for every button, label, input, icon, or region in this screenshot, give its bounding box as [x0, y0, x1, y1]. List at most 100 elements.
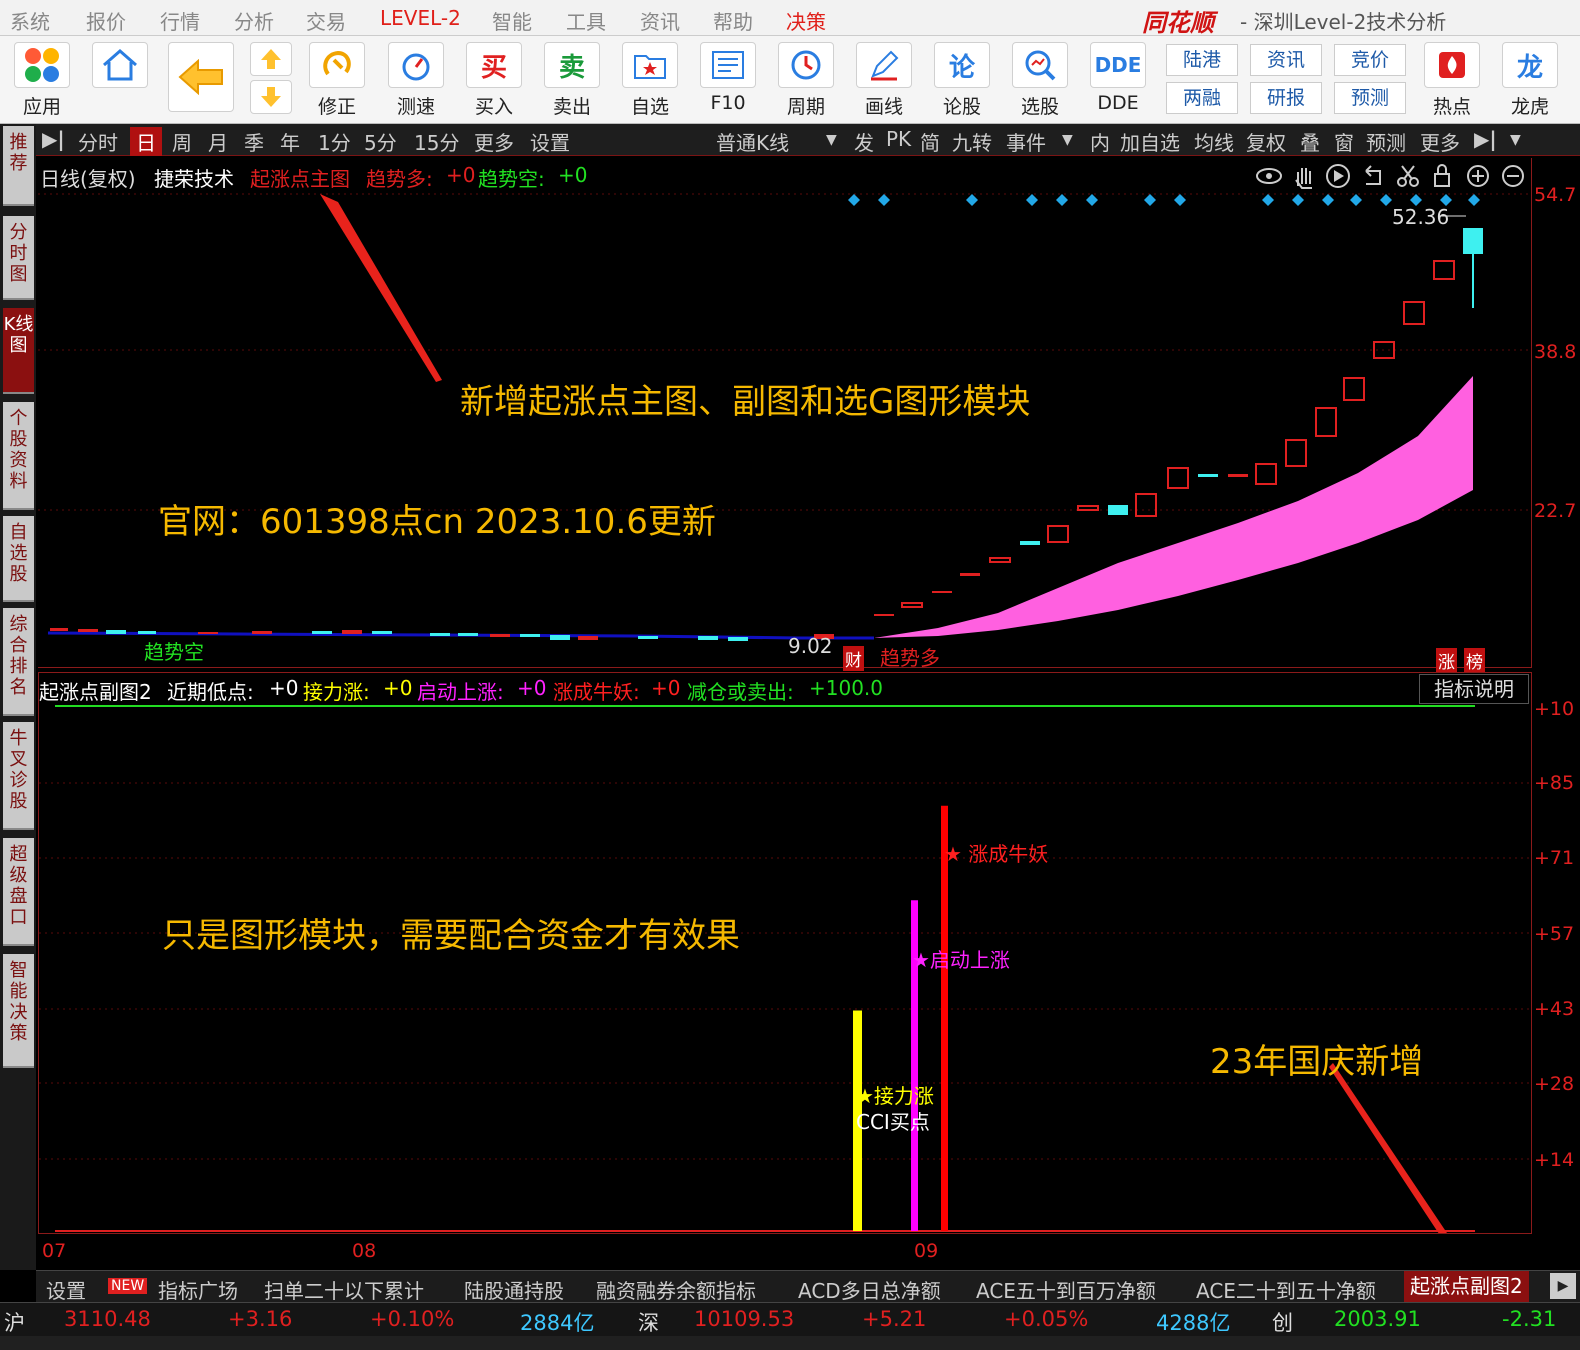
scroll-right-icon[interactable]: ▶	[1550, 1273, 1576, 1299]
menu-smart[interactable]: 智能	[492, 6, 532, 35]
tab-1min[interactable]: 1分	[318, 127, 351, 156]
quick-research[interactable]: 研报	[1250, 82, 1322, 114]
rtab-more[interactable]: 更多	[1420, 127, 1460, 156]
menu-analysis[interactable]: 分析	[234, 6, 274, 35]
rtab-forecast[interactable]: 预测	[1366, 127, 1406, 156]
menu-level2[interactable]: LEVEL-2	[380, 6, 461, 30]
quick-news[interactable]: 资讯	[1250, 44, 1322, 76]
rtab-inner[interactable]: 内	[1090, 127, 1110, 156]
buy-button[interactable]: 买 买入	[462, 42, 526, 120]
dragon-button[interactable]: 龙 龙虎	[1498, 42, 1562, 120]
dde-button[interactable]: DDE DDE	[1086, 42, 1150, 120]
nav-recommend[interactable]: 推荐	[3, 126, 34, 206]
quick-forecast[interactable]: 预测	[1334, 82, 1406, 114]
tab-season[interactable]: 季	[244, 127, 264, 156]
hand-icon[interactable]	[1295, 168, 1312, 189]
rtab-fa[interactable]: 发	[854, 127, 874, 156]
quick-margin[interactable]: 两融	[1166, 82, 1238, 114]
btab-scan[interactable]: 扫单二十以下累计	[264, 1275, 424, 1304]
menu-system[interactable]: 系统	[10, 6, 50, 35]
speed-button[interactable]: 测速	[384, 42, 448, 120]
rtab-adjust[interactable]: 复权	[1246, 127, 1286, 156]
relay-label: ★接力涨	[856, 1084, 934, 1108]
back-button[interactable]	[166, 42, 236, 120]
menu-quote[interactable]: 报价	[86, 6, 126, 35]
menu-news[interactable]: 资讯	[640, 6, 680, 35]
signal-bar-3	[941, 805, 948, 1231]
pick-button[interactable]: 选股	[1008, 42, 1072, 120]
f10-button[interactable]: F10	[696, 42, 760, 120]
btab-indicator-square[interactable]: 指标广场	[158, 1275, 238, 1304]
zhang-badge[interactable]: 涨	[1436, 648, 1457, 673]
quick-auction[interactable]: 竞价	[1334, 44, 1406, 76]
menu-chevron-icon[interactable]: ▼	[1510, 132, 1521, 148]
btab-settings[interactable]: 设置	[46, 1275, 86, 1304]
btab-acd[interactable]: ACD多日总净额	[798, 1275, 941, 1304]
expand-icon[interactable]: ▶|	[1474, 127, 1497, 151]
btab-ace50[interactable]: ACE五十到百万净额	[976, 1275, 1156, 1304]
x-tick-09: 09	[914, 1240, 939, 1262]
bang-badge[interactable]: 榜	[1464, 648, 1485, 673]
tab-settings[interactable]: 设置	[530, 127, 570, 156]
home-button[interactable]	[88, 42, 152, 120]
tab-timeshare[interactable]: 分时	[78, 127, 118, 156]
ticker-strip	[0, 1336, 1580, 1350]
lock-icon[interactable]	[1434, 164, 1450, 187]
rtab-simple[interactable]: 简	[920, 127, 940, 156]
menu-trade[interactable]: 交易	[306, 6, 346, 35]
apps-button[interactable]: 应用	[10, 42, 74, 120]
period-button[interactable]: 周期	[774, 42, 838, 120]
events-chevron-icon[interactable]: ▼	[1062, 132, 1073, 148]
chevron-down-icon[interactable]: ▼	[826, 132, 837, 148]
fix-button[interactable]: 修正	[305, 42, 369, 120]
rtab-events[interactable]: 事件	[1006, 127, 1046, 156]
nav-profile[interactable]: 个股资料	[3, 402, 34, 510]
watchlist-button[interactable]: 自选	[618, 42, 682, 120]
nav-timeshare[interactable]: 分时图	[3, 216, 34, 300]
rtab-overlay[interactable]: 叠	[1300, 127, 1320, 156]
hot-button[interactable]: 热点	[1420, 42, 1484, 120]
btab-ace20[interactable]: ACE二十到五十净额	[1196, 1275, 1376, 1304]
zoom-out-icon[interactable]	[1502, 165, 1524, 187]
menu-decision[interactable]: 决策	[786, 6, 826, 35]
tab-year[interactable]: 年	[280, 127, 300, 156]
indicator-name[interactable]: 起涨点主图	[250, 163, 350, 192]
kline-type-select[interactable]: 普通K线	[716, 127, 789, 156]
dragon-label: 龙虎	[1510, 96, 1549, 118]
collapse-icon[interactable]: ▶|	[42, 127, 65, 151]
discuss-button[interactable]: 论 论股	[930, 42, 994, 120]
draw-button[interactable]: 画线	[852, 42, 916, 120]
scissors-icon[interactable]	[1397, 165, 1419, 187]
tab-week[interactable]: 周	[172, 127, 192, 156]
tab-5min[interactable]: 5分	[364, 127, 397, 156]
rtab-ma[interactable]: 均线	[1194, 127, 1234, 156]
nav-smart-decision[interactable]: 智能决策	[3, 954, 34, 1068]
btab-margin[interactable]: 融资融券余额指标	[596, 1275, 756, 1304]
rtab-ninturn[interactable]: 九转	[952, 127, 992, 156]
undo-icon[interactable]	[1365, 165, 1381, 185]
menu-help[interactable]: 帮助	[713, 6, 753, 35]
rtab-add-watch[interactable]: 加自选	[1120, 127, 1180, 156]
menu-market[interactable]: 行情	[160, 6, 200, 35]
sell-button[interactable]: 卖 卖出	[540, 42, 604, 120]
cai-badge[interactable]: 财	[843, 646, 864, 671]
nav-diagnosis[interactable]: 牛叉诊股	[3, 722, 34, 830]
up-down-button[interactable]	[248, 42, 294, 120]
rtab-pk[interactable]: PK	[886, 127, 911, 151]
menu-tools[interactable]: 工具	[566, 6, 606, 35]
zoom-in-icon[interactable]	[1467, 165, 1489, 187]
tab-month[interactable]: 月	[208, 127, 228, 156]
quick-lugang[interactable]: 陆港	[1166, 44, 1238, 76]
tab-day[interactable]: 日	[130, 127, 162, 156]
nav-watchlist[interactable]: 自选股	[3, 516, 34, 602]
btab-lugutong[interactable]: 陆股通持股	[464, 1275, 564, 1304]
nav-superpanel[interactable]: 超级盘口	[3, 838, 34, 946]
tab-15min[interactable]: 15分	[414, 127, 459, 156]
tab-more[interactable]: 更多	[474, 127, 514, 156]
play-icon[interactable]	[1326, 164, 1350, 188]
rtab-window[interactable]: 窗	[1334, 127, 1354, 156]
nav-kline[interactable]: K线图	[3, 308, 34, 394]
nav-ranking[interactable]: 综合排名	[3, 608, 34, 716]
btab-rise-point-2[interactable]: 起涨点副图2	[1404, 1271, 1529, 1303]
eye-icon[interactable]	[1256, 168, 1282, 184]
